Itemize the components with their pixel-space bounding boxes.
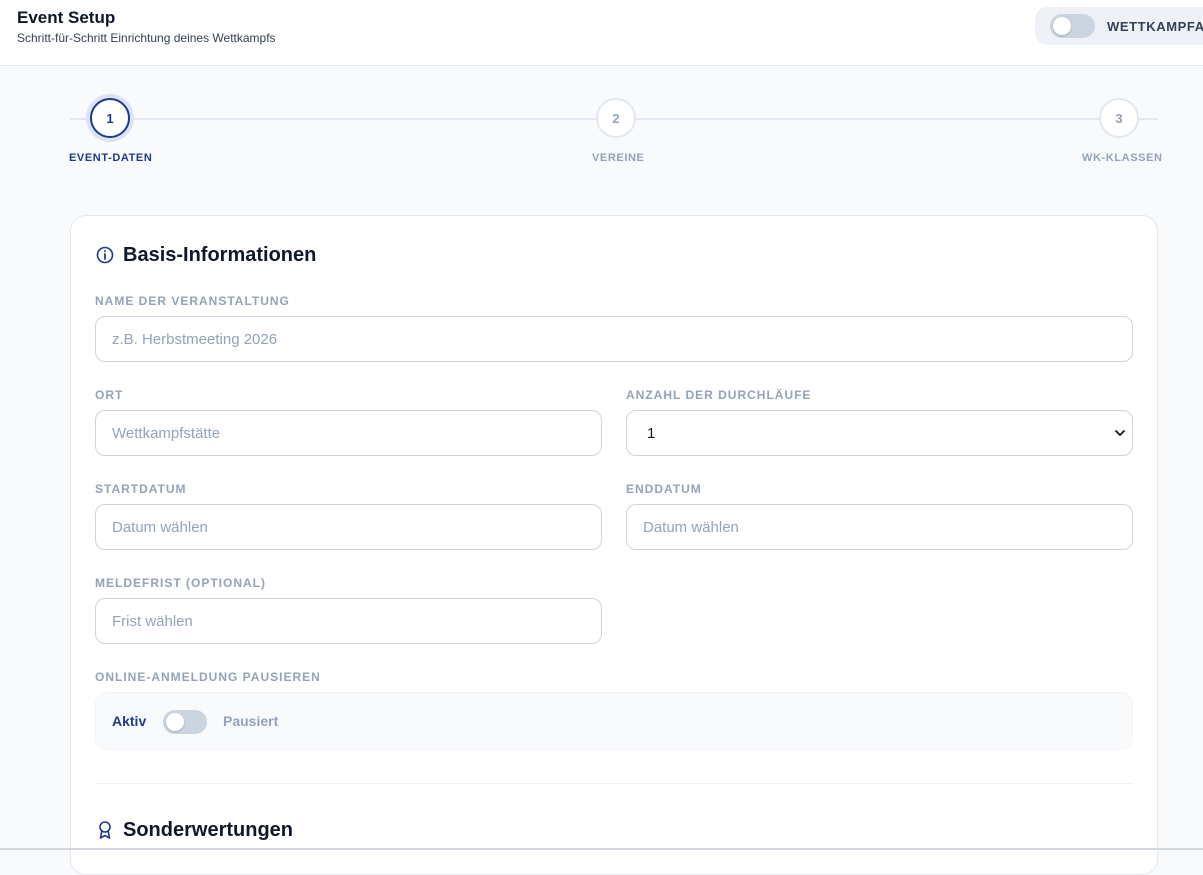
name-label: NAME DER VERANSTALTUNG: [95, 294, 290, 308]
competition-mode-label: WETTKAMPFANSICHT: [1107, 19, 1203, 34]
step-label: VEREINE: [592, 152, 645, 164]
event-name-input[interactable]: [95, 316, 1133, 362]
competition-mode-switch[interactable]: WETTKAMPFANSICHT: [1035, 7, 1203, 45]
page-title: Event Setup: [17, 8, 116, 27]
event-form-card: Basis-Informationen NAME DER VERANSTALTU…: [70, 215, 1158, 875]
ort-input[interactable]: [95, 410, 602, 456]
pause-registration-box: Aktiv Pausiert: [95, 692, 1133, 750]
startdatum-label: STARTDATUM: [95, 482, 187, 496]
section-divider: [95, 783, 1133, 784]
enddatum-label: ENDDATUM: [626, 482, 702, 496]
pause-label: ONLINE-ANMELDUNG PAUSIEREN: [95, 670, 321, 684]
meldefrist-input[interactable]: [95, 598, 602, 644]
startdatum-input[interactable]: [95, 504, 602, 550]
step-number: 2: [596, 98, 636, 138]
step-label: EVENT-DATEN: [69, 152, 153, 164]
step-label: WK-KLASSEN: [1082, 152, 1163, 164]
step-number: 3: [1099, 98, 1139, 138]
chevron-down-icon: [1115, 430, 1125, 436]
top-bar: Event Setup Schritt-für-Schritt Einricht…: [0, 0, 1203, 66]
pause-registration-toggle[interactable]: [163, 710, 207, 734]
info-icon: [96, 246, 114, 264]
pause-paused-text: Pausiert: [223, 713, 279, 729]
section-title-basis: Basis-Informationen: [123, 244, 317, 266]
toggle-knob: [166, 713, 184, 731]
section-title-sonderwertungen: Sonderwertungen: [123, 819, 294, 841]
pause-active-text: Aktiv: [112, 713, 147, 729]
durchlaeufe-select[interactable]: 1: [626, 410, 1133, 456]
ort-label: ORT: [95, 388, 124, 402]
durchlaeufe-label: ANZAHL DER DURCHLÄUFE: [626, 388, 812, 402]
toggle-knob: [1053, 17, 1071, 35]
competition-mode-toggle[interactable]: [1050, 14, 1095, 38]
step-number: 1: [90, 98, 130, 138]
page-subtitle: Schritt-für-Schritt Einrichtung deines W…: [17, 31, 276, 45]
enddatum-input[interactable]: [626, 504, 1133, 550]
meldefrist-label: MELDEFRIST (OPTIONAL): [95, 576, 266, 590]
award-icon: [99, 821, 111, 839]
durchlaeufe-value: 1: [647, 424, 656, 442]
